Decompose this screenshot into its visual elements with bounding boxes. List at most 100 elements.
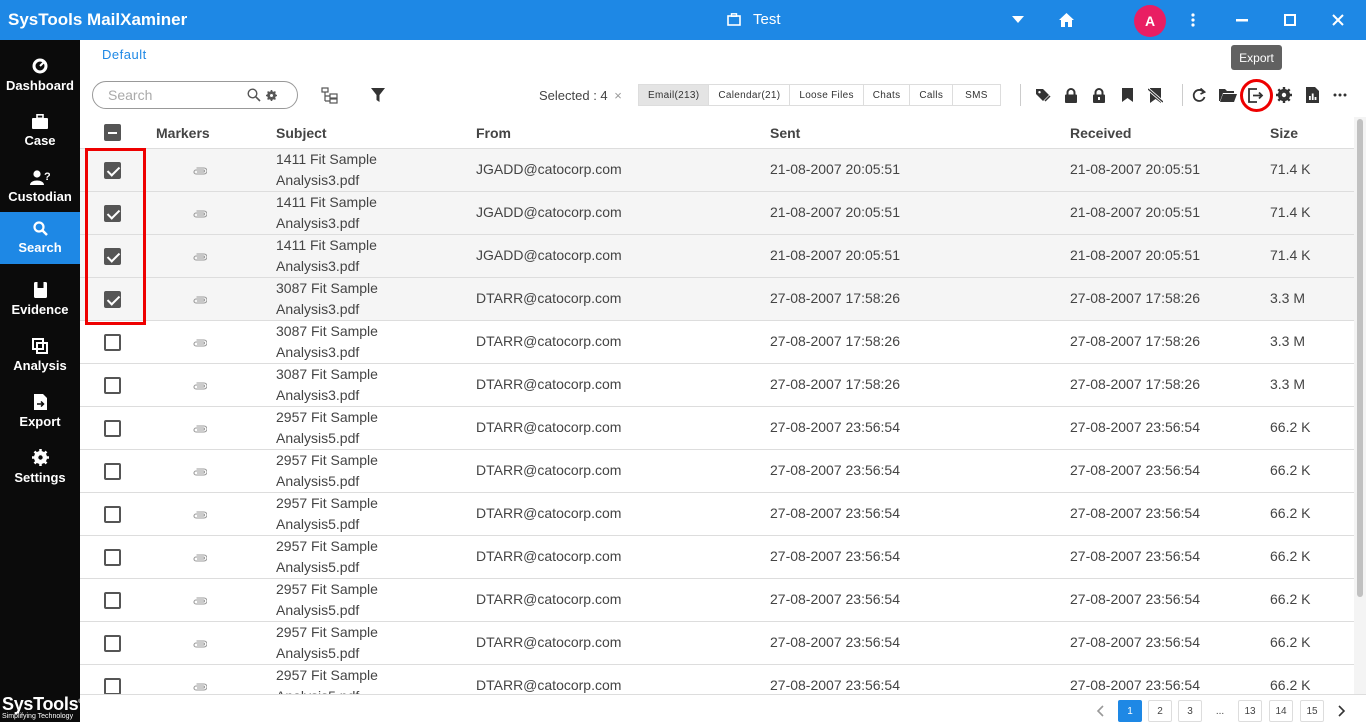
attachment-icon xyxy=(193,597,207,605)
export-tooltip: Export xyxy=(1231,45,1282,70)
folder-icon[interactable] xyxy=(1218,86,1238,104)
page-button-3[interactable]: 3 xyxy=(1178,700,1202,722)
selection-count-text: Selected : 4 xyxy=(539,88,608,103)
sidebar-item-search[interactable]: Search xyxy=(0,212,80,264)
subject-line: Analysis3.pdf xyxy=(276,258,360,274)
search-input[interactable] xyxy=(108,87,243,103)
column-header-markers[interactable]: Markers xyxy=(156,125,210,141)
case-dropdown-icon[interactable] xyxy=(998,0,1038,40)
sidebar-item-custodian[interactable]: ? Custodian xyxy=(0,160,80,214)
close-icon[interactable] xyxy=(1318,0,1358,40)
table-row[interactable]: 2957 Fit Sample Analysis5.pdf DTARR@catoco… xyxy=(80,450,1354,493)
sidebar: Dashboard Case ? Custodian Search Eviden… xyxy=(0,40,83,722)
page-button-13[interactable]: 13 xyxy=(1238,700,1262,722)
page-button-2[interactable]: 2 xyxy=(1148,700,1172,722)
table-row[interactable]: 3087 Fit Sample Analysis3.pdf DTARR@catoco… xyxy=(80,278,1354,321)
breadcrumb[interactable]: Default xyxy=(102,47,147,62)
prev-page-icon[interactable] xyxy=(1088,700,1112,722)
row-checkbox[interactable] xyxy=(104,377,121,394)
sidebar-item-analysis[interactable]: Analysis xyxy=(0,328,80,382)
more-vertical-icon[interactable] xyxy=(1173,0,1213,40)
received-cell: 27-08-2007 23:56:54 xyxy=(1070,505,1200,521)
page-button-1[interactable]: 1 xyxy=(1118,700,1142,722)
table-row[interactable]: 2957 Fit Sample Analysis5.pdf DTARR@catoco… xyxy=(80,622,1354,665)
table-row[interactable]: 1411 Fit Sample Analysis3.pdf JGADD@catoco… xyxy=(80,192,1354,235)
subject-line: 1411 Fit Sample xyxy=(276,151,377,167)
size-cell: 66.2 K xyxy=(1270,548,1311,564)
table-row[interactable]: 1411 Fit Sample Analysis3.pdf JGADD@catoco… xyxy=(80,235,1354,278)
case-selector[interactable]: Test xyxy=(727,11,781,28)
row-checkbox[interactable] xyxy=(104,334,121,351)
tab-chats[interactable]: Chats xyxy=(864,85,911,105)
table-row[interactable]: 2957 Fit Sample Analysis5.pdf DTARR@catoco… xyxy=(80,536,1354,579)
sidebar-item-case[interactable]: Case xyxy=(0,104,80,158)
subject-line: 2957 Fit Sample xyxy=(276,581,378,597)
vertical-scrollbar[interactable] xyxy=(1354,117,1366,695)
table-row[interactable]: 2957 Fit Sample Analysis5.pdf DTARR@catoco… xyxy=(80,493,1354,536)
row-checkbox[interactable] xyxy=(104,506,121,523)
page-button-15[interactable]: 15 xyxy=(1300,700,1324,722)
tab-calls[interactable]: Calls xyxy=(910,85,954,105)
received-cell: 27-08-2007 17:58:26 xyxy=(1070,376,1200,392)
column-header-subject[interactable]: Subject xyxy=(276,125,327,141)
size-cell: 3.3 M xyxy=(1270,376,1306,392)
refresh-icon[interactable] xyxy=(1190,86,1208,104)
tree-view-icon[interactable] xyxy=(320,86,338,104)
from-cell: DTARR@catocorp.com xyxy=(476,505,622,521)
bookmark-icon[interactable] xyxy=(1118,86,1136,104)
row-checkbox[interactable] xyxy=(104,635,121,652)
next-page-icon[interactable] xyxy=(1330,700,1354,722)
avatar[interactable]: A xyxy=(1134,5,1166,37)
tab-calendar[interactable]: Calendar(21) xyxy=(709,85,791,105)
minimize-icon[interactable] xyxy=(1222,0,1262,40)
table-row[interactable]: 1411 Fit Sample Analysis3.pdf JGADD@catoco… xyxy=(80,149,1354,192)
settings-icon[interactable] xyxy=(1275,86,1293,104)
more-horizontal-icon[interactable] xyxy=(1331,86,1349,104)
table-row[interactable]: 2957 Fit Sample Analysis5.pdf DTARR@catoco… xyxy=(80,407,1354,450)
unlock-icon[interactable] xyxy=(1090,86,1108,104)
lock-icon[interactable] xyxy=(1062,86,1080,104)
sent-cell: 27-08-2007 23:56:54 xyxy=(770,419,900,435)
sidebar-item-settings[interactable]: Settings xyxy=(0,440,80,494)
scrollbar-thumb[interactable] xyxy=(1357,119,1363,597)
subject-line: Analysis5.pdf xyxy=(276,559,360,575)
tab-loose-files[interactable]: Loose Files xyxy=(790,85,864,105)
sidebar-item-export[interactable]: Export xyxy=(0,384,80,438)
filter-icon[interactable] xyxy=(369,86,387,104)
tag-icon[interactable] xyxy=(1034,86,1052,104)
row-checkbox[interactable] xyxy=(104,420,121,437)
subject-line: 2957 Fit Sample xyxy=(276,495,378,511)
report-icon[interactable] xyxy=(1303,86,1321,104)
page-button-14[interactable]: 14 xyxy=(1269,700,1293,722)
column-header-sent[interactable]: Sent xyxy=(770,125,800,141)
received-cell: 21-08-2007 20:05:51 xyxy=(1070,247,1200,263)
subject-line: 3087 Fit Sample xyxy=(276,323,378,339)
row-checkbox[interactable] xyxy=(104,549,121,566)
column-header-received[interactable]: Received xyxy=(1070,125,1131,141)
home-icon[interactable] xyxy=(1046,0,1086,40)
tab-sms[interactable]: SMS xyxy=(953,85,1000,105)
subject-line: 1411 Fit Sample xyxy=(276,237,377,253)
row-checkbox[interactable] xyxy=(104,463,121,480)
unbookmark-icon[interactable] xyxy=(1146,86,1164,104)
from-cell: DTARR@catocorp.com xyxy=(476,376,622,392)
maximize-icon[interactable] xyxy=(1270,0,1310,40)
search-icon xyxy=(32,221,48,236)
clear-selection-icon[interactable]: × xyxy=(614,88,622,103)
briefcase-icon xyxy=(32,114,48,129)
row-checkbox[interactable] xyxy=(104,592,121,609)
search-icon[interactable] xyxy=(247,88,261,102)
received-cell: 21-08-2007 20:05:51 xyxy=(1070,161,1200,177)
column-header-size[interactable]: Size xyxy=(1270,125,1298,141)
subject-cell: 2957 Fit Sample Analysis5.pdf xyxy=(276,536,378,578)
select-all-checkbox[interactable] xyxy=(104,124,121,141)
sidebar-item-evidence[interactable]: Evidence xyxy=(0,272,80,326)
search-settings-icon[interactable] xyxy=(266,89,277,101)
table-row[interactable]: 3087 Fit Sample Analysis3.pdf DTARR@catoco… xyxy=(80,321,1354,364)
row-checkbox[interactable] xyxy=(104,678,121,695)
tab-email[interactable]: Email(213) xyxy=(639,85,710,105)
column-header-from[interactable]: From xyxy=(476,125,511,141)
table-row[interactable]: 2957 Fit Sample Analysis5.pdf DTARR@catoco… xyxy=(80,579,1354,622)
sidebar-item-dashboard[interactable]: Dashboard xyxy=(0,48,80,102)
table-row[interactable]: 3087 Fit Sample Analysis3.pdf DTARR@catoco… xyxy=(80,364,1354,407)
